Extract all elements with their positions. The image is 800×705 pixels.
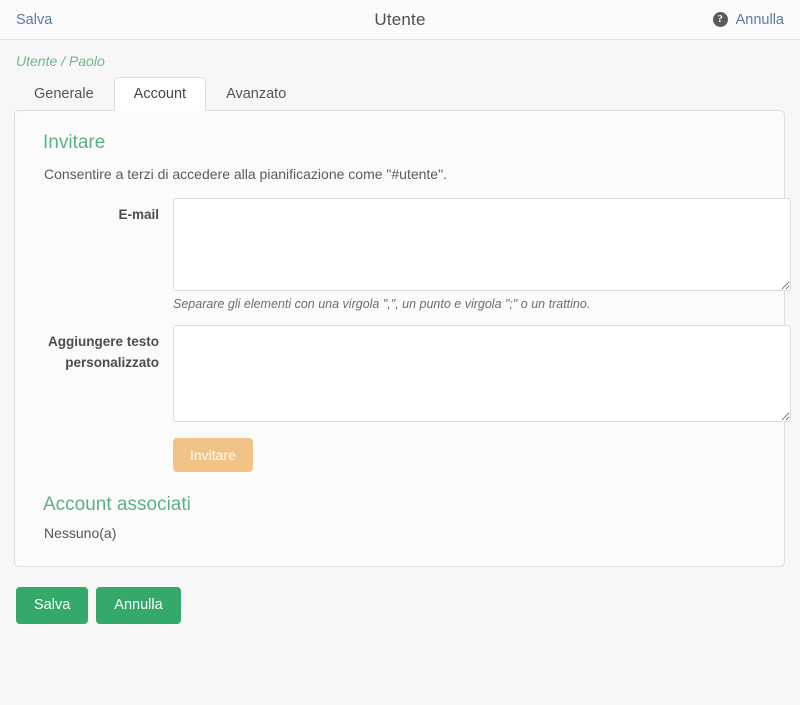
associated-accounts-title: Account associati xyxy=(43,494,191,515)
custom-text-field-label: Aggiungere testo personalizzato xyxy=(47,334,159,370)
email-field-label: E-mail xyxy=(118,207,159,222)
custom-text-field-row: Aggiungere testo personalizzato Invitare xyxy=(31,325,791,472)
tab-avanzato[interactable]: Avanzato xyxy=(206,77,306,111)
cancel-button[interactable]: Annulla xyxy=(96,587,181,624)
email-input[interactable] xyxy=(173,198,791,291)
toolbar-right-group: ? Annulla xyxy=(712,12,784,28)
email-field-hint: Separare gli elementi con una virgola ",… xyxy=(173,297,591,311)
email-field-row: E-mail Separare gli elementi con una vir… xyxy=(31,198,791,325)
tab-account[interactable]: Account xyxy=(113,77,207,111)
account-tab-panel: Invitare Consentire a terzi di accedere … xyxy=(14,110,791,567)
associated-accounts-value: Nessuno(a) xyxy=(44,525,117,541)
top-toolbar: Salva Utente ? Annulla xyxy=(0,0,800,40)
toolbar-save-link[interactable]: Salva xyxy=(16,12,52,28)
page-title: Utente xyxy=(374,9,426,29)
tab-bar: Generale Account Avanzato xyxy=(0,77,800,111)
breadcrumb[interactable]: Utente / Paolo xyxy=(0,40,800,77)
footer-actions: Salva Annulla xyxy=(0,567,800,624)
toolbar-cancel-link[interactable]: Annulla xyxy=(736,12,784,28)
invite-section-description: Consentire a terzi di accedere alla pian… xyxy=(44,166,447,182)
help-circle-icon[interactable]: ? xyxy=(712,12,728,27)
email-field-control: Separare gli elementi con una virgola ",… xyxy=(159,198,791,325)
custom-text-input[interactable] xyxy=(173,325,791,422)
tab-generale[interactable]: Generale xyxy=(14,77,114,111)
custom-text-field-control: Invitare xyxy=(159,325,791,472)
save-button[interactable]: Salva xyxy=(16,587,89,624)
invite-section-title: Invitare xyxy=(43,132,106,153)
invite-button[interactable]: Invitare xyxy=(173,438,253,472)
